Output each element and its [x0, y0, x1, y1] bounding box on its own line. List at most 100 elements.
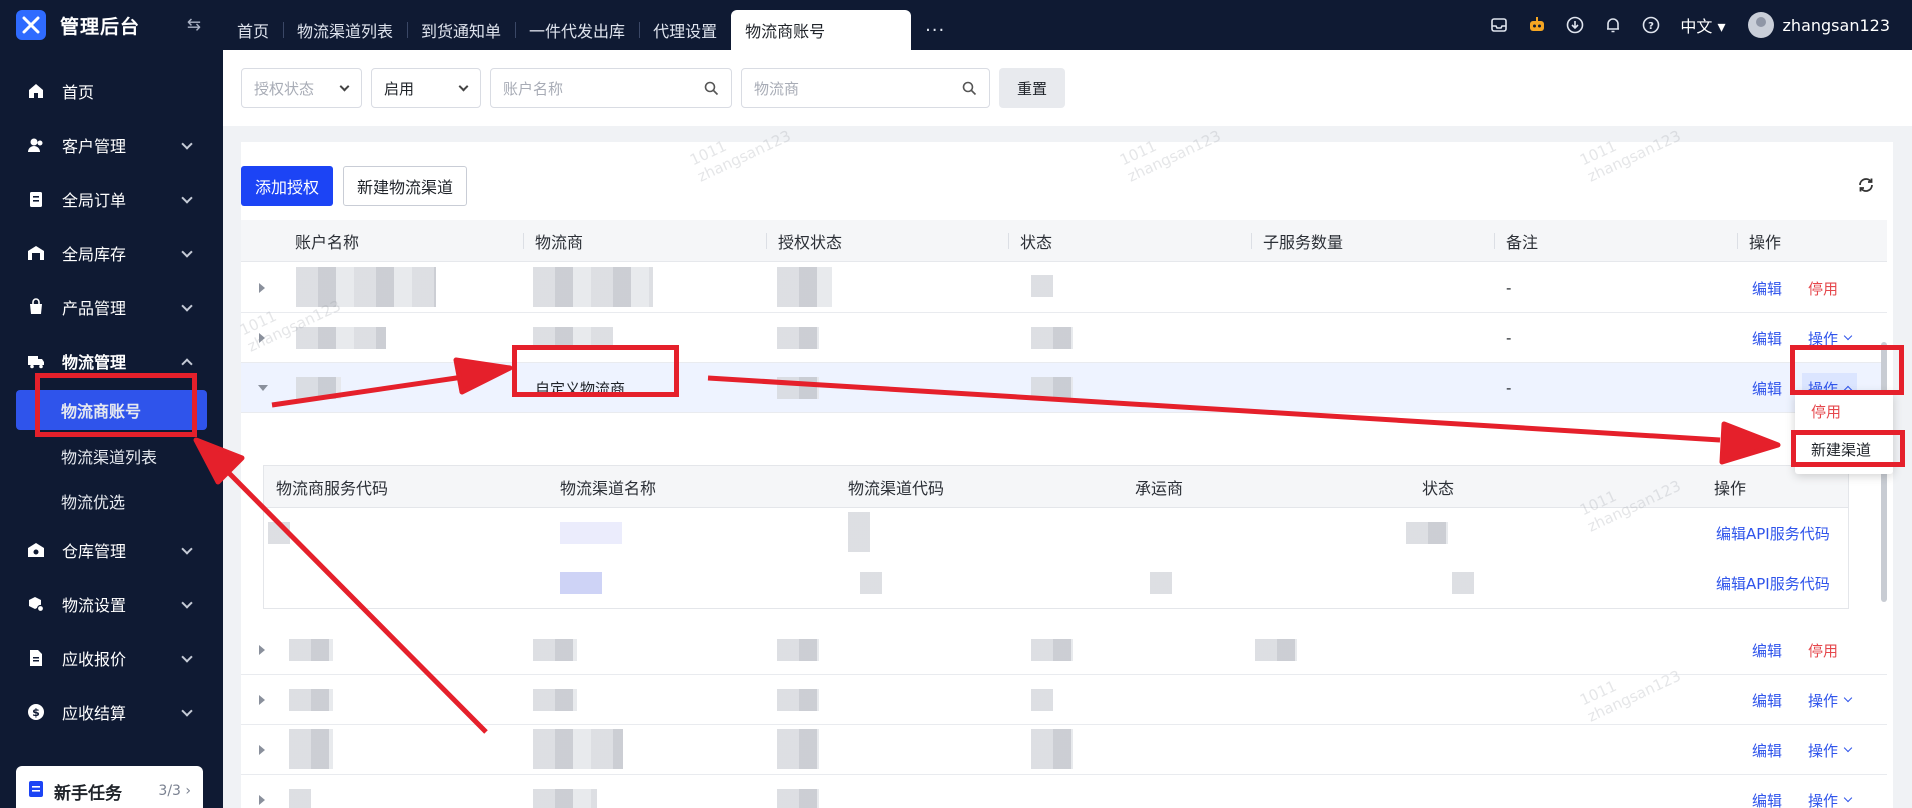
help-icon[interactable]: ? — [1640, 14, 1662, 36]
edit-button[interactable]: 编辑 — [1752, 625, 1782, 675]
edit-api-code-button[interactable]: 编辑API服务代码 — [1716, 508, 1830, 558]
coin-icon: $ — [26, 702, 46, 722]
collapse-row-icon[interactable] — [258, 385, 268, 391]
truck-icon — [26, 351, 46, 371]
disable-button[interactable]: 停用 — [1808, 625, 1838, 675]
table-row[interactable]: 编辑 操作 — [241, 725, 1887, 775]
redacted-cell — [1031, 327, 1073, 349]
sidebar-item-home[interactable]: 首页 — [0, 64, 223, 118]
redacted-cell — [268, 522, 290, 544]
sidebar-item-customers[interactable]: 客户管理 — [0, 118, 223, 172]
reset-button[interactable]: 重置 — [999, 68, 1066, 108]
refresh-icon[interactable] — [1857, 176, 1875, 198]
edit-button[interactable]: 编辑 — [1752, 725, 1782, 775]
sidebar-item-label: 物流设置 — [62, 596, 127, 615]
disable-button[interactable]: 停用 — [1808, 263, 1838, 313]
chevron-down-icon — [181, 192, 193, 204]
edit-button[interactable]: 编辑 — [1752, 775, 1782, 808]
column-account-name: 账户名称 — [295, 233, 360, 252]
tab-dropship-outbound[interactable]: 一件代发出库 — [515, 10, 639, 50]
expand-row-icon[interactable] — [259, 795, 265, 805]
bell-icon[interactable] — [1602, 14, 1624, 36]
robot-icon[interactable] — [1526, 14, 1548, 36]
tab-agent-settings[interactable]: 代理设置 — [639, 10, 731, 50]
sidebar-item-products[interactable]: 产品管理 — [0, 280, 223, 334]
sidebar-item-inventory[interactable]: 全局库存 — [0, 226, 223, 280]
inbox-icon[interactable] — [1488, 14, 1510, 36]
table-row[interactable]: 编辑 停用 — [241, 625, 1887, 675]
redacted-cell — [777, 639, 819, 661]
edit-button[interactable]: 编辑 — [1752, 363, 1782, 413]
redacted-cell — [777, 327, 819, 349]
sidebar-item-receivable-settlement[interactable]: $ 应收结算 — [0, 685, 223, 739]
table-row[interactable]: - 编辑 停用 — [241, 263, 1887, 313]
search-icon[interactable] — [704, 81, 719, 100]
sidebar-item-label: 应收报价 — [62, 650, 127, 669]
redacted-cell — [1452, 572, 1474, 594]
search-icon[interactable] — [962, 81, 977, 100]
sidebar-subitem-logistics-preferred[interactable]: 物流优选 — [0, 478, 223, 523]
tab-arrival-notice[interactable]: 到货通知单 — [407, 10, 515, 50]
add-auth-button[interactable]: 添加授权 — [241, 166, 334, 206]
edit-button[interactable]: 编辑 — [1752, 313, 1782, 363]
remark-cell: - — [1506, 379, 1512, 397]
expand-row-icon[interactable] — [259, 283, 265, 293]
brand[interactable]: 管理后台 ⇆ — [0, 0, 223, 50]
bag-icon — [26, 297, 46, 317]
sidebar-item-receivable-quote[interactable]: 应收报价 — [0, 631, 223, 685]
onboarding-task-card[interactable]: 新手任务 3/3 › — [16, 766, 203, 808]
actions-dropdown-button[interactable]: 操作 — [1802, 685, 1857, 715]
actions-dropdown-button[interactable]: 操作 — [1802, 735, 1857, 765]
subtable-row[interactable]: 编辑API服务代码 — [264, 508, 1848, 558]
subtable-header: 物流商服务代码 物流渠道名称 物流渠道代码 承运商 状态 操作 — [264, 466, 1848, 508]
expand-row-icon[interactable] — [259, 333, 265, 343]
redacted-cell — [533, 267, 653, 307]
channel-subtable: 物流商服务代码 物流渠道名称 物流渠道代码 承运商 状态 操作 编辑API服务代… — [263, 465, 1849, 609]
tab-logistics-channels[interactable]: 物流渠道列表 — [283, 10, 407, 50]
svg-text:?: ? — [1648, 21, 1654, 32]
carrier-input[interactable]: 物流商 — [741, 68, 990, 108]
table-row-expanded[interactable]: 自定义物流商 - 编辑 操作 — [241, 363, 1887, 413]
new-channel-button[interactable]: 新建物流渠道 — [343, 166, 468, 206]
column-actions: 操作 — [1714, 479, 1747, 498]
tab-home[interactable]: 首页 — [223, 10, 283, 50]
column-channel-name: 物流渠道名称 — [560, 479, 657, 498]
table-row[interactable]: 编辑 操作 — [241, 775, 1887, 808]
annotation-box — [35, 373, 197, 437]
language-select[interactable]: 中文 ▾ — [1680, 13, 1725, 37]
table-row[interactable]: - 编辑 操作 — [241, 313, 1887, 363]
tab-logistics-accounts[interactable]: 物流商账号 — [731, 10, 912, 50]
edit-api-code-button[interactable]: 编辑API服务代码 — [1716, 558, 1830, 608]
expand-row-icon[interactable] — [259, 695, 265, 705]
status-select[interactable]: 启用 — [371, 68, 481, 108]
subtable-row[interactable]: 编辑API服务代码 — [264, 558, 1848, 608]
sidebar-item-label: 全局订单 — [62, 191, 127, 210]
header-actions: ? 中文 ▾ zhangsan123 — [1472, 0, 1912, 50]
more-tabs-icon[interactable]: ··· — [911, 10, 959, 50]
auth-status-select[interactable]: 授权状态 — [241, 68, 362, 108]
edit-button[interactable]: 编辑 — [1752, 263, 1782, 313]
sidebar-item-orders[interactable]: 全局订单 — [0, 172, 223, 226]
username[interactable]: zhangsan123 — [1783, 16, 1890, 35]
redacted-cell — [289, 789, 311, 808]
actions-dropdown-button[interactable]: 操作 — [1802, 785, 1857, 808]
account-name-input[interactable]: 账户名称 — [490, 68, 732, 108]
redacted-cell — [1150, 572, 1172, 594]
tab-bar: 首页 物流渠道列表 到货通知单 一件代发出库 代理设置 物流商账号 ··· — [223, 0, 1472, 50]
annotation-box — [1791, 430, 1905, 467]
expand-row-icon[interactable] — [259, 645, 265, 655]
sidebar-item-logistics-settings[interactable]: 物流设置 — [0, 577, 223, 631]
sidebar-subitem-logistics-channels[interactable]: 物流渠道列表 — [0, 433, 223, 478]
top-bar: 管理后台 ⇆ 首页 物流渠道列表 到货通知单 一件代发出库 代理设置 物流商账号… — [0, 0, 1912, 50]
download-icon[interactable] — [1564, 14, 1586, 36]
table-row[interactable]: 编辑 操作 — [241, 675, 1887, 725]
edit-button[interactable]: 编辑 — [1752, 675, 1782, 725]
redacted-cell — [777, 377, 819, 399]
expand-row-icon[interactable] — [259, 745, 265, 755]
avatar[interactable] — [1747, 12, 1774, 38]
collapse-sidebar-icon[interactable]: ⇆ — [187, 15, 201, 35]
sidebar-item-warehouse[interactable]: 仓库管理 — [0, 523, 223, 577]
dropdown-item-disable[interactable]: 停用 — [1795, 392, 1893, 430]
sidebar-item-label: 仓库管理 — [62, 542, 127, 561]
redacted-cell — [1406, 522, 1448, 544]
